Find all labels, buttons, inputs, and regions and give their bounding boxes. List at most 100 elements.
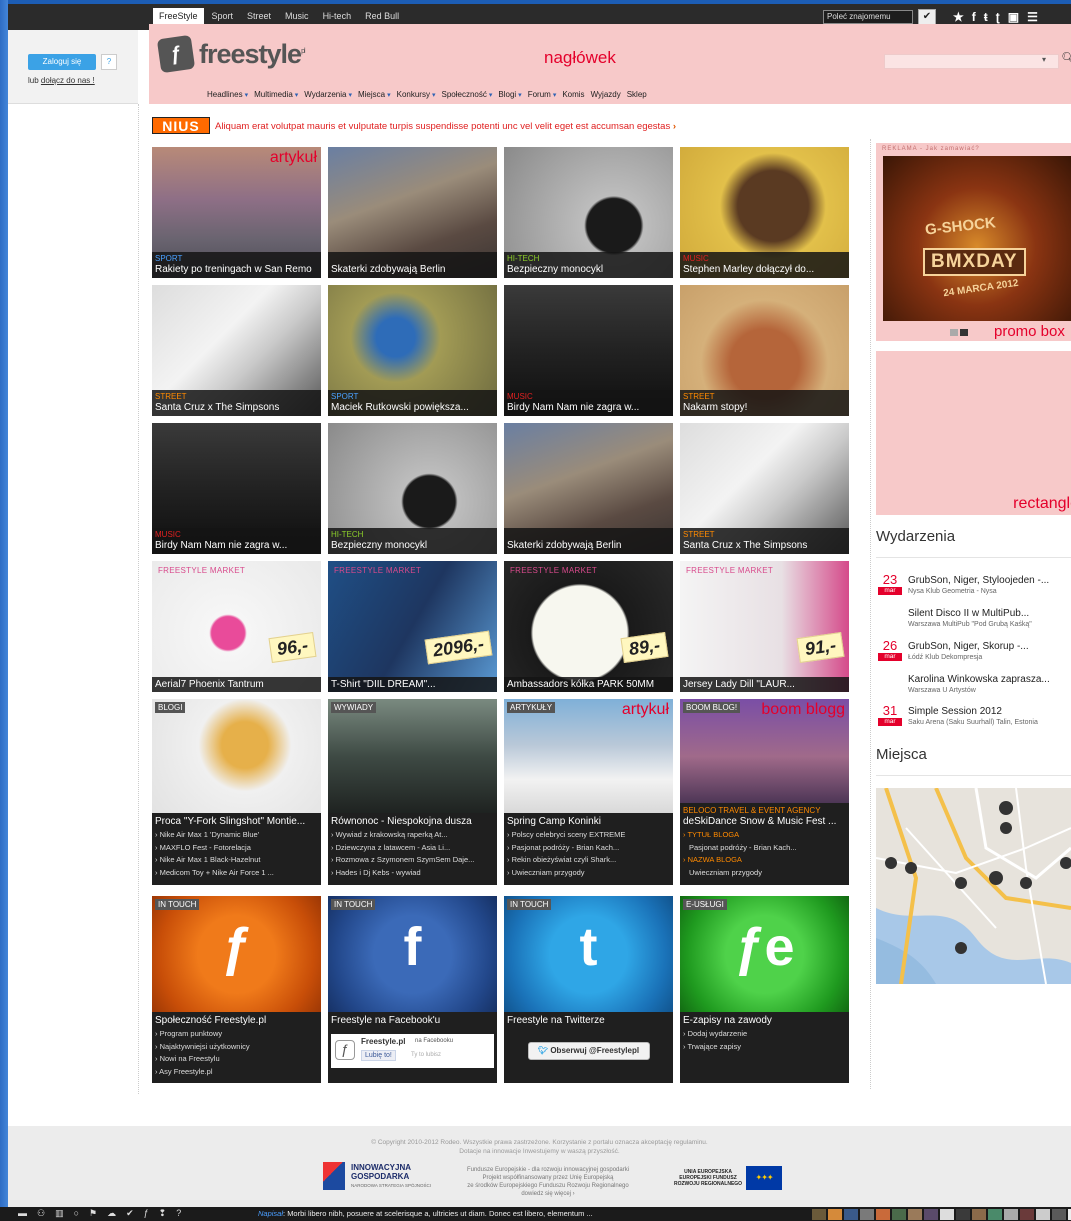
event-title[interactable]: Silent Disco II w MultiPub...	[908, 608, 1029, 619]
in-touch-title[interactable]: E-zapisy na zawody	[683, 1015, 846, 1028]
article-category[interactable]: SPORT	[155, 254, 318, 264]
thumbnail[interactable]	[844, 1209, 858, 1220]
blog-link[interactable]: Hades i Dj Kebs - wywiad	[331, 867, 494, 880]
nav-item[interactable]: Headlines ▾	[207, 90, 248, 99]
message-text[interactable]: Morbi libero nibh, posuere at scelerisqu…	[287, 1209, 593, 1218]
tab-music[interactable]: Music	[279, 8, 315, 24]
thumbnail[interactable]	[1052, 1209, 1066, 1220]
in-touch-tile[interactable]: t IN TOUCH Freestyle na Twitterze 🐦︎ Obserw…	[504, 896, 673, 1083]
facebook-like-widget[interactable]: ƒ Freestyle.pl na Facebooku Lubię to! Ty to …	[331, 1034, 494, 1068]
article-caption[interactable]: SPORT Maciek Rutkowski powiększa...	[328, 390, 497, 416]
blog-image[interactable]	[152, 699, 321, 814]
article-caption[interactable]: Skaterki zdobywają Berlin	[504, 528, 673, 554]
blog-link[interactable]: Nike Air Max 1 Black-Hazelnut	[155, 854, 318, 867]
section-tag[interactable]: E-USŁUGI	[683, 899, 727, 910]
cloud-icon[interactable]: ☁	[107, 1208, 116, 1219]
in-touch-tile[interactable]: ƒe E-USŁUGI E-zapisy na zawodyDodaj wydarz…	[680, 896, 849, 1083]
article-tile[interactable]: STREET Nakarm stopy!	[680, 285, 849, 416]
article-title[interactable]: Santa Cruz x The Simpsons	[683, 540, 846, 551]
blog-title[interactable]: Spring Camp Koninki	[507, 816, 670, 829]
product-image[interactable]	[152, 561, 321, 692]
rectangle-ad[interactable]: rectangle	[876, 351, 1071, 515]
blog-title[interactable]: Proca "Y-Fork Slingshot" Montie...	[155, 816, 318, 829]
star-icon[interactable]: ★	[953, 10, 964, 24]
product-title[interactable]: T-Shirt "DIIL DREAM"...	[331, 679, 494, 690]
thumbnail[interactable]	[940, 1209, 954, 1220]
thumbnail[interactable]	[1020, 1209, 1034, 1220]
chat-icon[interactable]: ▬	[18, 1208, 27, 1219]
fb-page-name[interactable]: Freestyle.pl	[361, 1037, 405, 1046]
promo-box[interactable]: REKLAMA - Jak zamawiać? G-SHOCK BMXDAY 2…	[876, 143, 1071, 341]
rss-icon[interactable]: ☰	[1027, 10, 1038, 24]
blog-link[interactable]: Uwieczniam przygody	[683, 867, 846, 880]
event-title[interactable]: Karolina Winkowska zapraszа...	[908, 674, 1050, 685]
product-caption[interactable]: Aerial7 Phoenix Tantrum	[152, 677, 321, 692]
blog-title[interactable]: deSkiDance Snow & Music Fest ...	[683, 816, 846, 829]
section-tag[interactable]: IN TOUCH	[155, 899, 200, 910]
nav-item[interactable]: Forum ▾	[528, 90, 557, 99]
tab-sport[interactable]: Sport	[206, 8, 240, 24]
article-title[interactable]: Birdy Nam Nam nie zagra w...	[155, 540, 318, 551]
innowacyjna-gospodarka-logo[interactable]: INNOWACYJNA GOSPODARKA NARODOWA STRATEGI…	[323, 1162, 431, 1190]
product-caption[interactable]: T-Shirt "DIIL DREAM"...	[328, 677, 497, 692]
nav-item[interactable]: Społeczność ▾	[442, 90, 493, 99]
blog-link[interactable]: TYTUŁ BLOGA	[683, 829, 846, 842]
news-text[interactable]: Aliquam erat volutpat mauris et vulputat…	[215, 121, 670, 132]
product-caption[interactable]: Jersey Lady Dill "LAUR...	[680, 677, 849, 692]
thumbnail[interactable]	[1036, 1209, 1050, 1220]
article-title[interactable]: Nakarm stopy!	[683, 402, 846, 413]
market-tile[interactable]: FREESTYLE MARKET 91,- Jersey Lady Dill "LA…	[680, 561, 849, 692]
article-tile[interactable]: STREET Santa Cruz x The Simpsons	[680, 423, 849, 554]
article-tile[interactable]: artykuł SPORT Rakiety po treningach w San …	[152, 147, 321, 278]
nav-item[interactable]: Miejsca ▾	[358, 90, 391, 99]
twitter-follow-label[interactable]: Obserwuj @Freestylepl	[550, 1046, 639, 1055]
thumbnail[interactable]	[924, 1209, 938, 1220]
market-tile[interactable]: FREESTYLE MARKET 96,- Aerial7 Phoenix Tant…	[152, 561, 321, 692]
event-item[interactable]: Silent Disco II w MultiPub... Warszawa Mu…	[876, 605, 1071, 635]
article-tile[interactable]: Skaterki zdobywają Berlin	[504, 423, 673, 554]
nav-item[interactable]: Sklep	[627, 90, 647, 99]
tab-street[interactable]: Street	[241, 8, 277, 24]
section-tag[interactable]: BLOGI	[155, 702, 186, 713]
article-category[interactable]: HI-TECH	[507, 254, 670, 264]
article-title[interactable]: Bezpieczny monocykl	[507, 264, 670, 275]
article-tile[interactable]: MUSIC Birdy Nam Nam nie zagra w...	[504, 285, 673, 416]
blog-link[interactable]: MAXFLO Fest - Fotorelacja	[155, 842, 318, 855]
f-circle-icon[interactable]: ƒ	[144, 1208, 149, 1219]
blog-link[interactable]: Polscy celebryci sceny EXTREME	[507, 829, 670, 842]
chevron-down-icon[interactable]: ▾	[387, 92, 391, 99]
tab-hitech[interactable]: Hi-tech	[317, 8, 358, 24]
in-touch-title[interactable]: Społeczność Freestyle.pl	[155, 1015, 318, 1028]
section-tag[interactable]: ARTYKUŁY	[507, 702, 556, 713]
twitter-follow-widget[interactable]: 🐦︎ Obserwuj @Freestylepl	[527, 1042, 650, 1060]
blog-link[interactable]: Wywiad z krakowską raperką At...	[331, 829, 494, 842]
facebook-icon[interactable]: f	[972, 10, 976, 24]
article-tile[interactable]: Skaterki zdobywają Berlin	[328, 147, 497, 278]
blog-link[interactable]: Pasjonat podróży - Brian Kach...	[683, 842, 846, 855]
article-caption[interactable]: HI-TECH Bezpieczny monocykl	[504, 252, 673, 278]
thumbnail[interactable]	[956, 1209, 970, 1220]
youtube-icon[interactable]: ▣	[1008, 10, 1019, 24]
nav-item[interactable]: Komis	[562, 90, 584, 99]
blog-tile[interactable]: WYWIADY Równonoc - Niespokojna duszaWywia…	[328, 699, 497, 885]
in-touch-link[interactable]: Dodaj wydarzenie	[683, 1028, 846, 1041]
product-image[interactable]	[680, 561, 849, 692]
login-button[interactable]: Zaloguj się	[28, 54, 96, 70]
tab-redbull[interactable]: Red Bull	[359, 8, 405, 24]
article-title[interactable]: Santa Cruz x The Simpsons	[155, 402, 318, 413]
tuenti-icon[interactable]: ŧ	[984, 10, 988, 24]
in-touch-title[interactable]: Freestyle na Twitterze	[507, 1015, 670, 1028]
article-caption[interactable]: MUSIC Stephen Marley dołączył do...	[680, 252, 849, 278]
search-input[interactable]	[884, 54, 1059, 69]
article-category[interactable]: MUSIC	[507, 392, 670, 402]
blog-category[interactable]: BELOCO TRAVEL & EVENT AGENCY	[683, 806, 846, 816]
thumbnail[interactable]	[908, 1209, 922, 1220]
article-category[interactable]: SPORT	[331, 392, 494, 402]
check-circle-icon[interactable]: ✔	[126, 1208, 134, 1219]
blog-link[interactable]: Rekin obieżyświat czyli Shark...	[507, 854, 670, 867]
article-title[interactable]: Bezpieczny monocykl	[331, 540, 494, 551]
chevron-down-icon[interactable]: ▾	[553, 92, 557, 99]
blog-image[interactable]	[328, 699, 497, 814]
promo-banner-image[interactable]: G-SHOCK BMXDAY 24 MARCA 2012	[883, 156, 1071, 321]
blog-link[interactable]: NAZWA BLOGA	[683, 854, 846, 867]
